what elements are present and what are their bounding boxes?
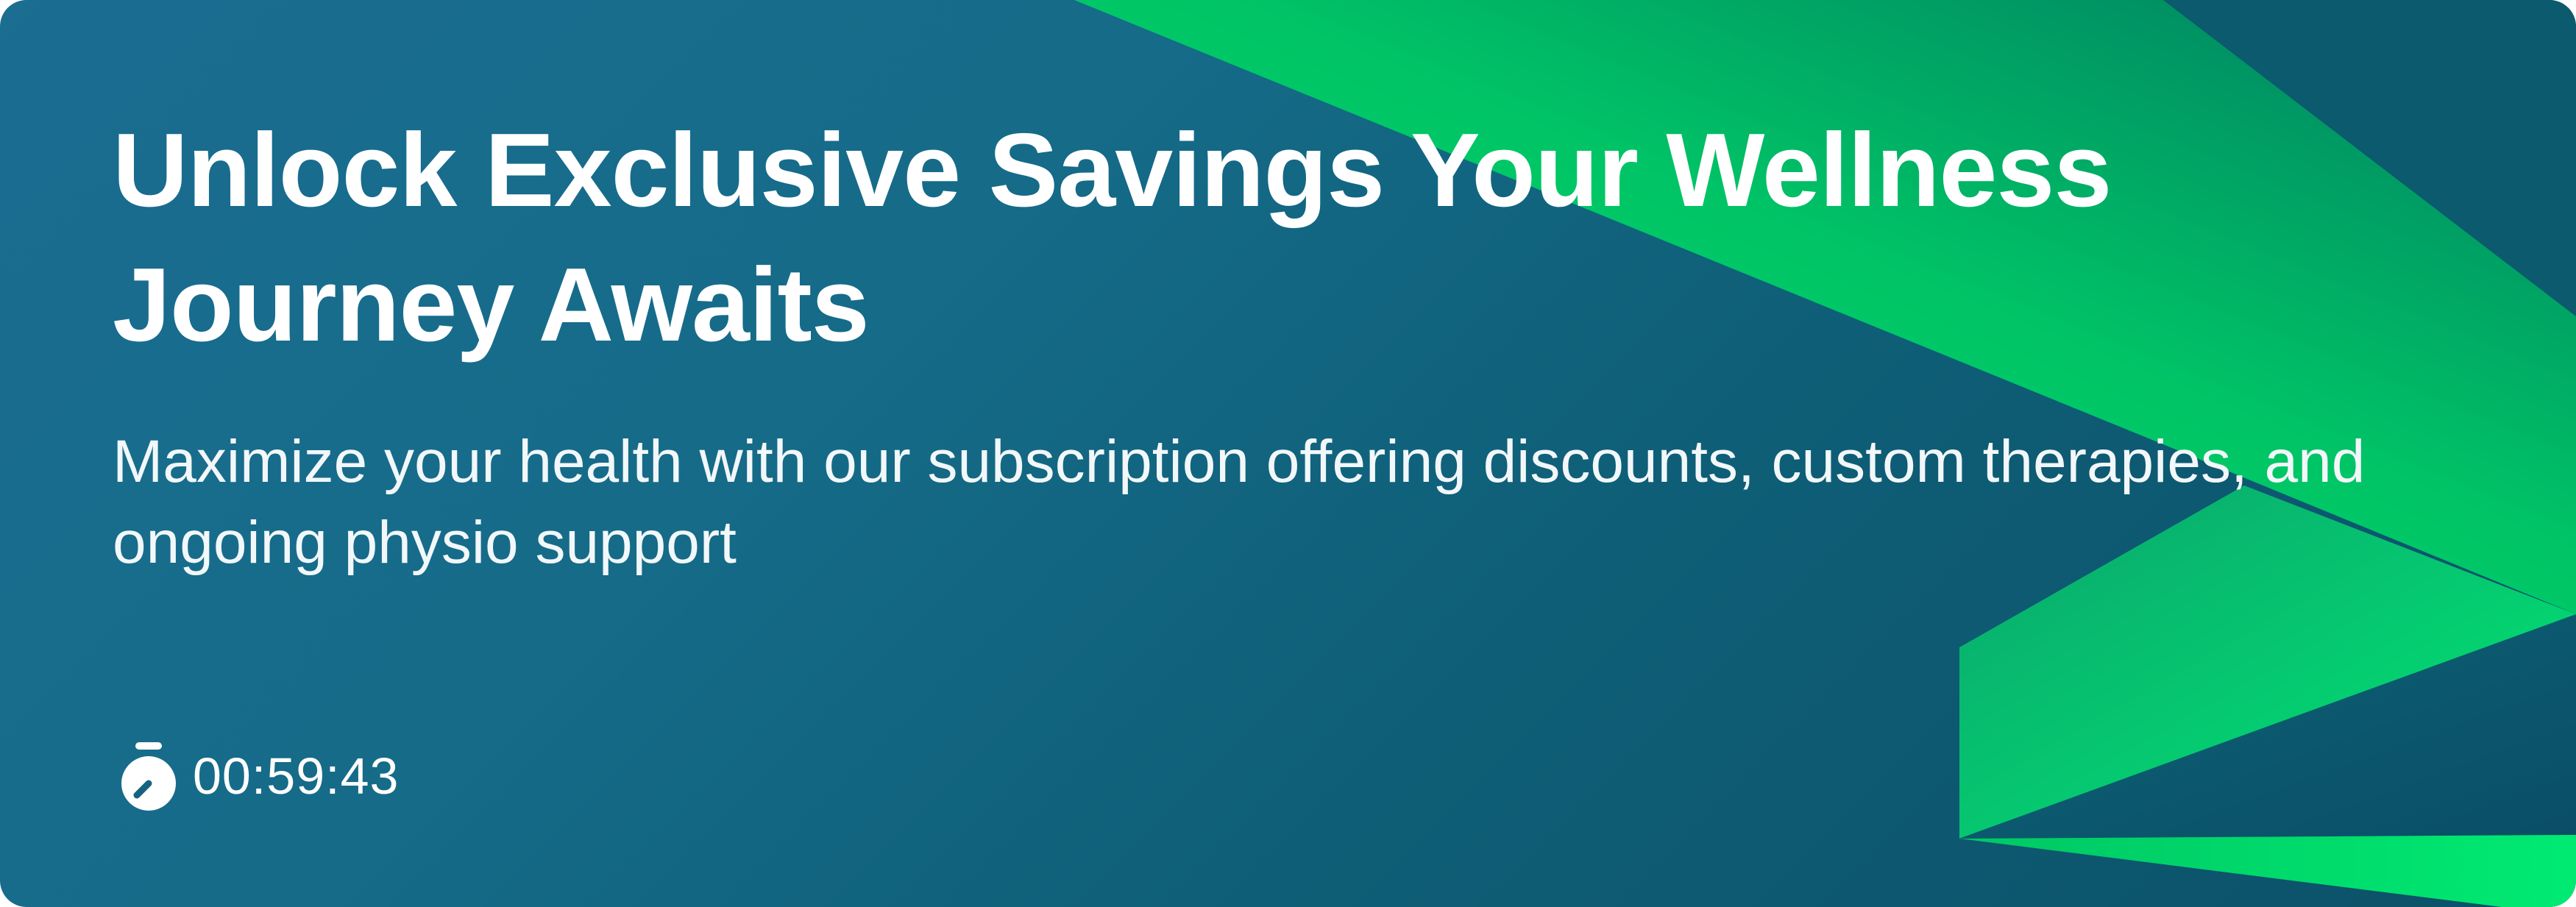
promo-title: Unlock Exclusive Savings Your Wellness J…	[113, 112, 2112, 363]
promo-banner[interactable]: Unlock Exclusive Savings Your Wellness J…	[0, 0, 2576, 907]
ribbon-band-bottom	[1959, 835, 2576, 907]
countdown-timer: 00:59:43	[118, 739, 399, 813]
countdown-value: 00:59:43	[193, 747, 400, 805]
promo-description: Maximize your health with our subscripti…	[113, 428, 2366, 576]
stopwatch-icon	[121, 742, 176, 811]
